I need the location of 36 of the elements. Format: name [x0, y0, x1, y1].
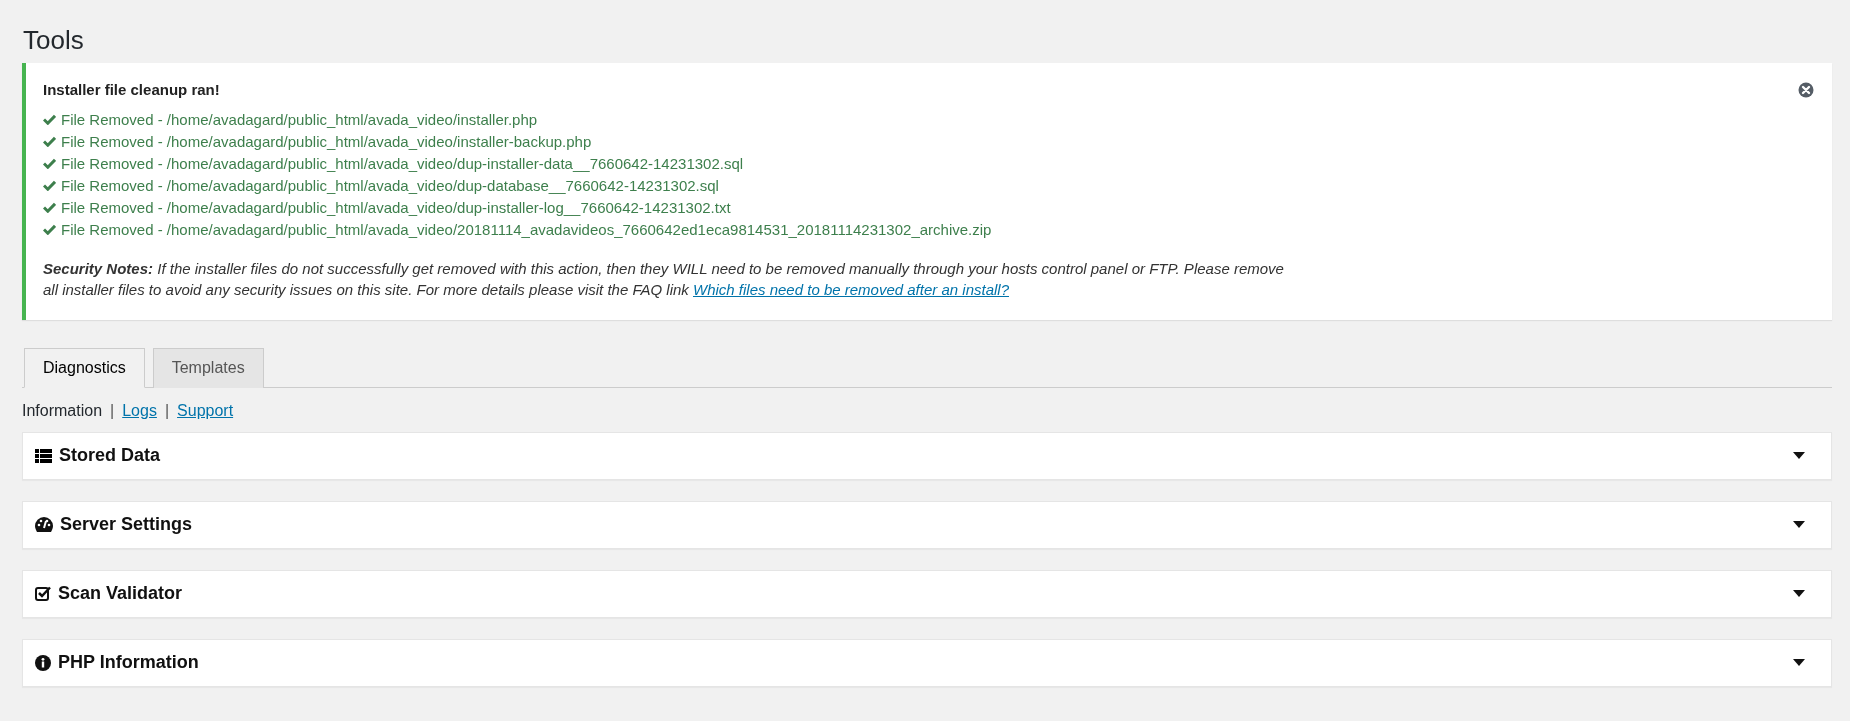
removed-file-text: File Removed - /home/avadagard/public_html/avada_video/dup-installer-data__7660642-14231302.sql	[61, 154, 744, 174]
list-icon	[35, 448, 52, 463]
collapsible-panel[interactable]: Stored Data	[22, 431, 1832, 480]
check-icon	[43, 224, 56, 236]
view-link[interactable]: Support	[177, 401, 234, 420]
gauge-icon	[35, 517, 53, 532]
current-view-link[interactable]: Information	[22, 401, 103, 420]
check-icon	[43, 136, 56, 148]
check-icon	[43, 114, 56, 126]
collapsible-panel[interactable]: PHP Information	[22, 638, 1832, 687]
tab[interactable]: Diagnostics	[24, 347, 145, 388]
info-icon	[35, 654, 51, 671]
removed-file-text: File Removed - /home/avadagard/public_html/avada_video/dup-database__7660642-14231302.sql	[61, 176, 719, 196]
page-title: Tools	[22, 24, 85, 57]
close-icon[interactable]	[1798, 81, 1814, 98]
checkbox-icon	[35, 586, 51, 601]
check-icon	[43, 158, 56, 170]
panel-title: Server Settings	[60, 514, 193, 535]
panel-title: Stored Data	[59, 445, 161, 466]
faq-link[interactable]: Which files need to be removed after an install?	[693, 280, 1009, 298]
security-notes-text: Security Notes: If the installer files do not successfully get removed with this action, then they WILL need to be removed manually through your hosts control panel or FTP. Please remove all installer files to avoid any security issues on this site. For more details please visit the FAQ link Which files need to be removed after an install?	[43, 258, 1285, 300]
separator-text: |	[164, 401, 170, 420]
collapsible-panel[interactable]: Scan Validator	[22, 569, 1832, 618]
notice-title: Installer file cleanup ran!	[43, 81, 220, 98]
collapsible-panel[interactable]: Server Settings	[22, 500, 1832, 549]
separator-text: |	[110, 401, 115, 420]
panel-title: PHP Information	[58, 652, 199, 673]
check-icon	[43, 180, 56, 192]
removed-file-text: File Removed - /home/avadagard/public_html/avada_video/installer.php	[61, 110, 538, 130]
removed-file-text: File Removed - /home/avadagard/public_html/avada_video/installer-backup.php	[61, 132, 592, 152]
view-link[interactable]: Logs	[122, 401, 157, 420]
removed-file-text: File Removed - /home/avadagard/public_html/avada_video/20181114_avadavideos_7660642ed1eca9814531_20181114231302_archive.zip	[61, 220, 992, 240]
panel-title: Scan Validator	[58, 583, 183, 604]
tab[interactable]: Templates	[152, 347, 264, 388]
check-icon	[43, 202, 56, 214]
removed-file-text: File Removed - /home/avadagard/public_html/avada_video/dup-installer-log__7660642-14231302.txt	[61, 198, 731, 218]
